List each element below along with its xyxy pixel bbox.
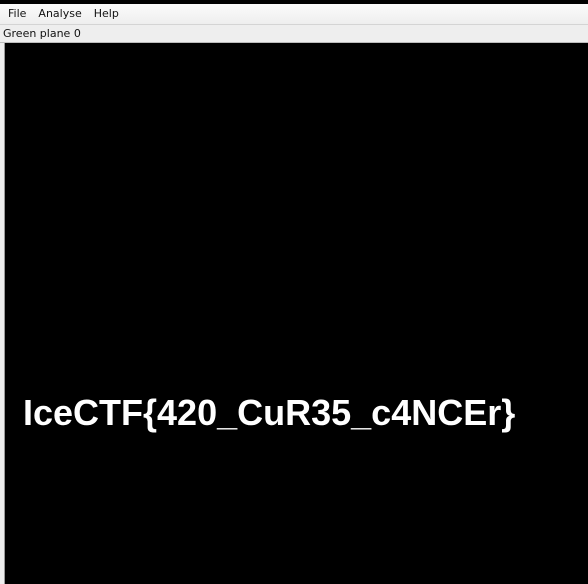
- app-window: File Analyse Help Green plane 0 IceCTF{4…: [0, 0, 588, 584]
- image-flag-text: IceCTF{420_CuR35_c4NCEr}: [23, 392, 516, 433]
- menu-bar: File Analyse Help: [0, 4, 588, 25]
- plane-label: Green plane 0: [3, 27, 81, 40]
- plane-label-bar: Green plane 0: [0, 25, 588, 43]
- menu-analyse[interactable]: Analyse: [32, 4, 87, 24]
- menu-file[interactable]: File: [2, 4, 32, 24]
- menu-help[interactable]: Help: [88, 4, 125, 24]
- image-view: IceCTF{420_CuR35_c4NCEr}: [5, 43, 588, 584]
